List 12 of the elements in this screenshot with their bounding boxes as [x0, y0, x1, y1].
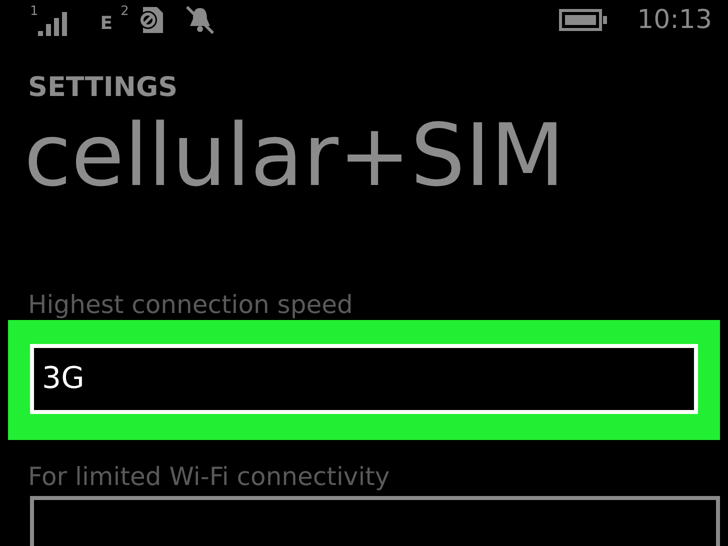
muted-bell-icon	[184, 5, 215, 35]
setting-label: Highest connection speed	[28, 290, 354, 318]
page-title: cellular+SIM	[24, 109, 566, 204]
sim-slot-number: 2	[120, 4, 129, 19]
sim-number: 1	[30, 4, 38, 19]
dropdown-field[interactable]	[30, 496, 720, 546]
clock-time: 10:13	[637, 5, 712, 35]
section-heading: SETTINGS	[28, 72, 179, 103]
network-type: E	[100, 12, 113, 34]
setting-label: For limited Wi-Fi connectivity	[28, 462, 391, 490]
dropdown-field[interactable]: 3G	[30, 344, 698, 414]
battery-icon	[559, 9, 608, 31]
